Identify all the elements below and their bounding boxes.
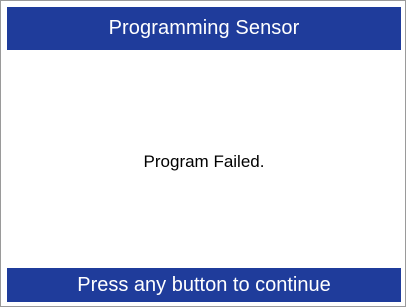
screen-title: Programming Sensor [108, 17, 300, 39]
continue-prompt: Press any button to continue [77, 273, 331, 296]
footer-bar[interactable]: Press any button to continue [7, 268, 401, 302]
device-screen: Programming Sensor Program Failed. Press… [0, 0, 406, 307]
status-message: Program Failed. [143, 152, 265, 171]
message-area: Program Failed. [7, 50, 401, 268]
title-bar: Programming Sensor [7, 7, 401, 50]
